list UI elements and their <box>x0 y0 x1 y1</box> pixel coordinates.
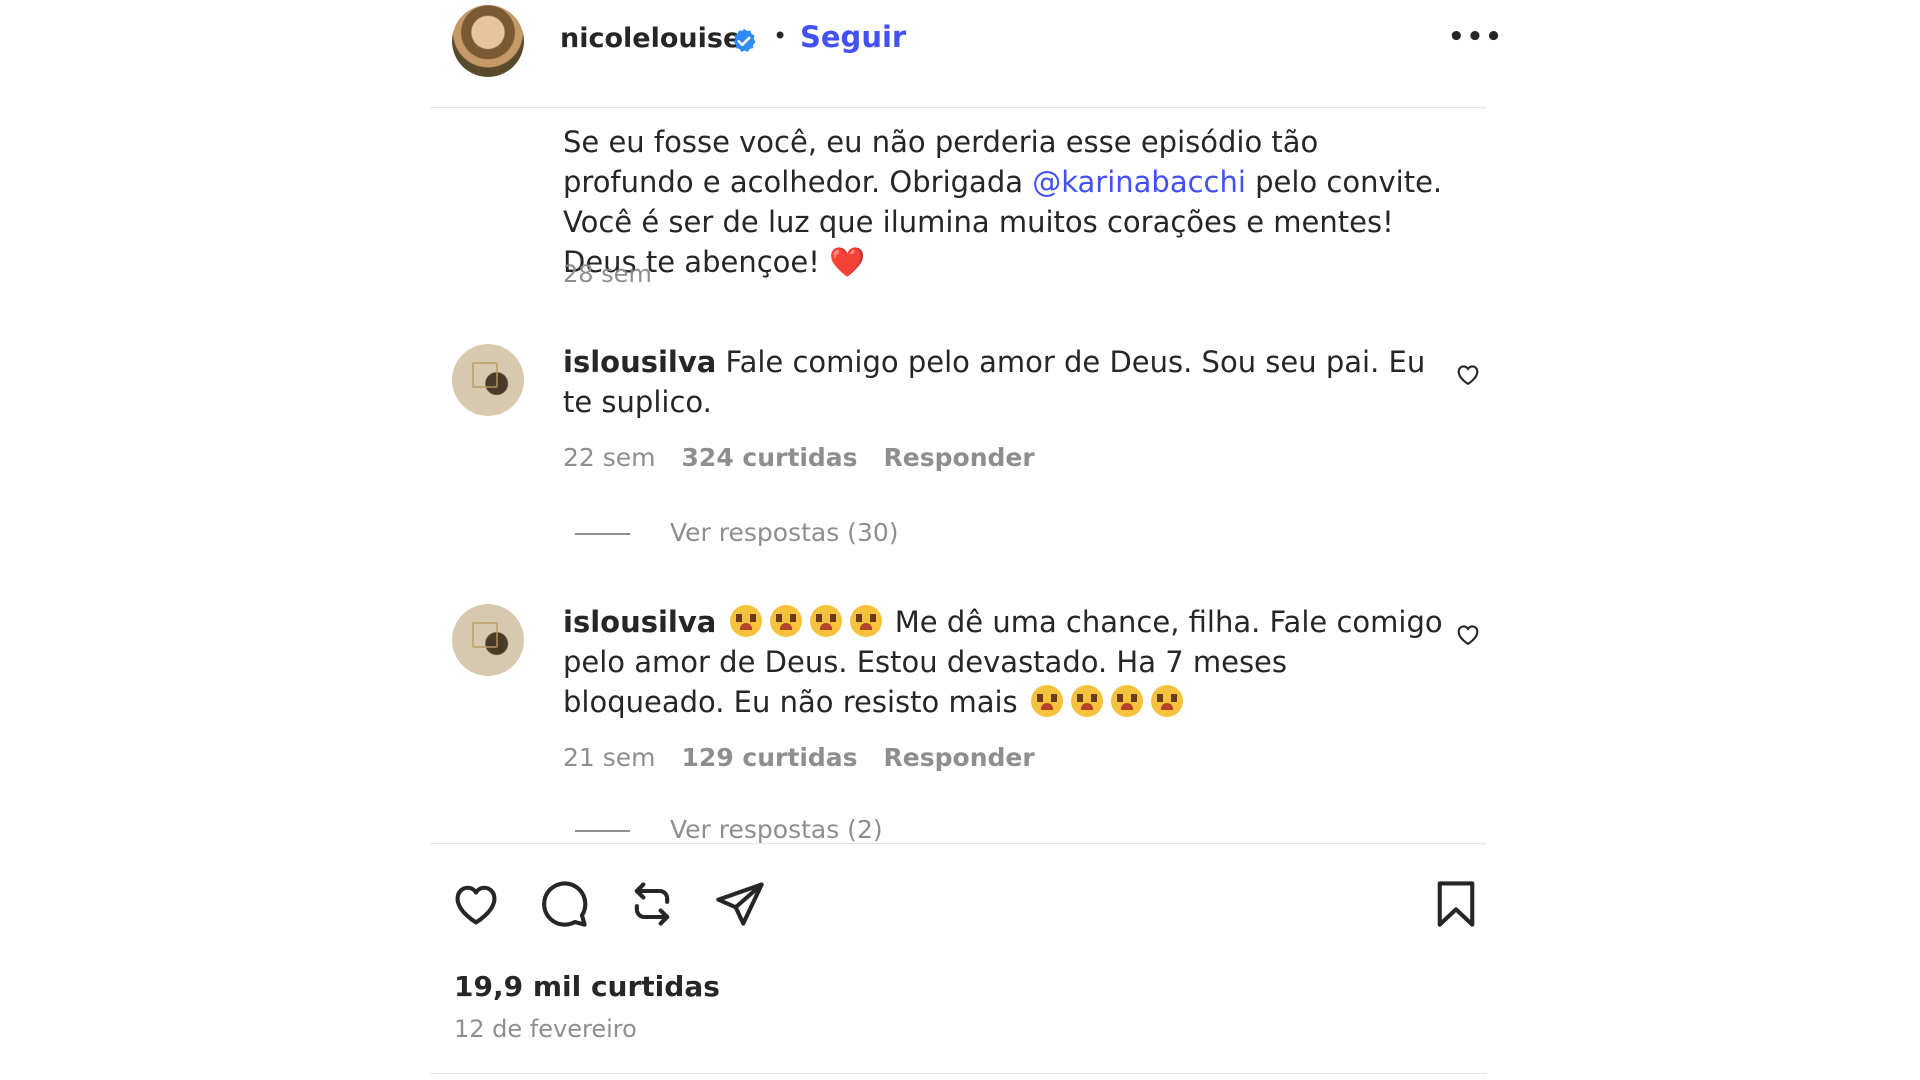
comment-like-icon[interactable] <box>1454 360 1482 388</box>
comment-body: islousilva Me dê uma chance, filha. Fale… <box>563 602 1443 722</box>
caption-timestamp[interactable]: 28 sem <box>563 260 652 288</box>
pleading-face-emoji <box>1070 685 1103 717</box>
commenter-avatar[interactable] <box>452 604 524 676</box>
pleading-face-emoji <box>849 605 882 637</box>
post-header: nicolelouise • Seguir ••• <box>430 0 1502 108</box>
footer-divider <box>430 1073 1486 1074</box>
reply-button[interactable]: Responder <box>884 743 1035 772</box>
comment-body: islousilva Fale comigo pelo amor de Deus… <box>563 342 1443 422</box>
pleading-face-emoji <box>1030 685 1063 717</box>
commenter-avatar[interactable] <box>452 344 524 416</box>
comment-meta: 22 sem 324 curtidas Responder <box>563 443 1061 472</box>
comment-timestamp[interactable]: 22 sem <box>563 443 656 472</box>
view-replies-button[interactable]: Ver respostas (2) <box>575 815 883 843</box>
comment-bubble-icon[interactable] <box>538 878 590 930</box>
pleading-face-emoji <box>1110 685 1143 717</box>
pleading-face-emoji <box>769 605 802 637</box>
author-username[interactable]: nicolelouise <box>560 23 741 54</box>
header-divider <box>430 107 1486 108</box>
commenter-username[interactable]: islousilva <box>563 345 716 379</box>
view-replies-label: Ver respostas (30) <box>670 518 899 547</box>
commenter-username[interactable]: islousilva <box>563 605 716 639</box>
author-avatar[interactable] <box>452 5 524 77</box>
avatar-logo-mark <box>472 362 498 388</box>
comment-meta: 21 sem 129 curtidas Responder <box>563 743 1061 772</box>
comment-like-icon[interactable] <box>1454 620 1482 648</box>
comment-likes-count[interactable]: 324 curtidas <box>682 443 858 472</box>
pleading-face-emoji <box>729 605 762 637</box>
comment-timestamp[interactable]: 21 sem <box>563 743 656 772</box>
post-likes-count[interactable]: 19,9 mil curtidas <box>454 970 720 1003</box>
post-date[interactable]: 12 de fevereiro <box>454 1015 637 1043</box>
post-caption: Se eu fosse você, eu não perderia esse e… <box>563 122 1443 282</box>
share-send-icon[interactable] <box>714 878 766 930</box>
pleading-face-emoji <box>1150 685 1183 717</box>
save-bookmark-icon[interactable] <box>1430 878 1482 930</box>
more-options-icon[interactable]: ••• <box>1448 22 1504 52</box>
like-heart-icon[interactable] <box>450 878 502 930</box>
reply-button[interactable]: Responder <box>884 443 1035 472</box>
view-replies-button[interactable]: Ver respostas (30) <box>575 518 899 547</box>
pleading-face-emoji <box>809 605 842 637</box>
heart-emoji: ❤️ <box>829 245 866 279</box>
replies-line <box>575 830 630 832</box>
actions-divider <box>430 843 1486 844</box>
replies-line <box>575 533 630 535</box>
view-replies-label: Ver respostas (2) <box>670 815 883 843</box>
comments-list[interactable]: islousilva Fale comigo pelo amor de Deus… <box>430 290 1486 843</box>
repost-icon[interactable] <box>626 878 678 930</box>
post-panel: nicolelouise • Seguir ••• Se eu fosse vo… <box>430 0 1502 1080</box>
mention-link[interactable]: @karinabacchi <box>1032 165 1246 199</box>
separator-dot: • <box>773 22 788 50</box>
follow-button[interactable]: Seguir <box>800 20 906 54</box>
verified-badge-icon <box>733 28 756 52</box>
avatar-logo-mark <box>472 622 498 648</box>
comment-likes-count[interactable]: 129 curtidas <box>682 743 858 772</box>
